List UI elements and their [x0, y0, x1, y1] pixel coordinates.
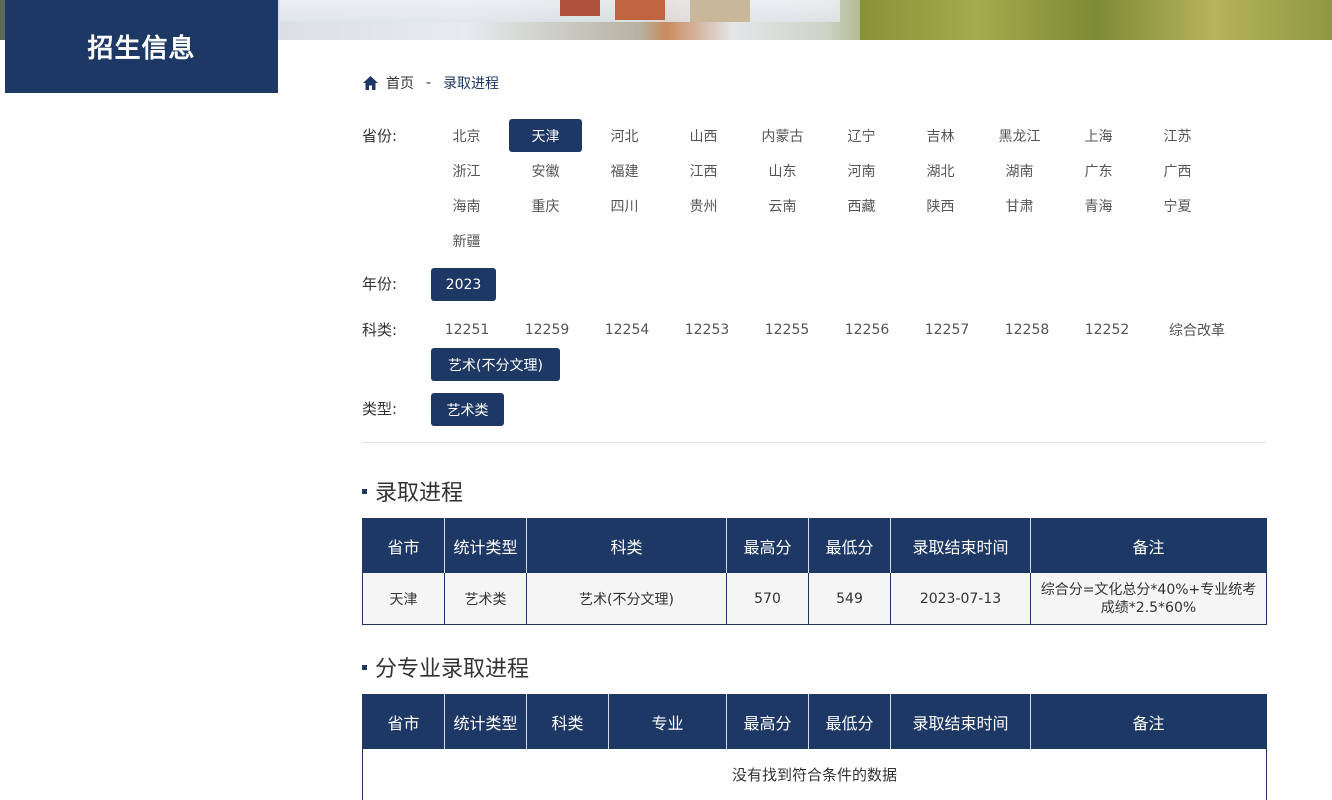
province-option[interactable]: 辽宁 — [825, 119, 898, 152]
subject-option[interactable]: 12257 — [910, 313, 984, 346]
table-header-row: 省市 统计类型 科类 最高分 最低分 录取结束时间 备注 — [362, 518, 1267, 573]
major-progress-table: 省市 统计类型 科类 专业 最高分 最低分 录取结束时间 备注 没有找到符合条件… — [362, 694, 1267, 800]
province-option[interactable]: 广西 — [1141, 154, 1214, 187]
province-option[interactable]: 云南 — [746, 189, 819, 222]
table-cell: 天津 — [362, 572, 445, 625]
province-option[interactable]: 安徽 — [509, 154, 582, 187]
col-header: 最高分 — [726, 694, 809, 749]
col-header: 备注 — [1030, 694, 1267, 749]
col-header: 统计类型 — [444, 694, 527, 749]
empty-message: 没有找到符合条件的数据 — [362, 748, 1267, 800]
province-option[interactable]: 广东 — [1062, 154, 1135, 187]
col-header: 科类 — [526, 518, 727, 573]
province-option[interactable]: 海南 — [430, 189, 503, 222]
col-header: 备注 — [1030, 518, 1267, 573]
province-label: 省份: — [362, 127, 398, 145]
section-bullet — [362, 488, 367, 494]
section-bullet — [362, 664, 367, 670]
province-option[interactable]: 山东 — [746, 154, 819, 187]
province-option[interactable]: 山西 — [667, 119, 740, 152]
table-header-row: 省市 统计类型 科类 专业 最高分 最低分 录取结束时间 备注 — [362, 694, 1267, 749]
table-cell: 艺术(不分文理) — [526, 572, 727, 625]
table-cell: 艺术类 — [444, 572, 527, 625]
home-icon[interactable] — [362, 75, 379, 91]
filter-divider — [362, 442, 1266, 443]
col-header: 最低分 — [808, 694, 891, 749]
admission-progress-table: 省市 统计类型 科类 最高分 最低分 录取结束时间 备注 天津 艺术类 艺术(不… — [362, 518, 1267, 625]
subject-label: 科类: — [362, 321, 398, 339]
subject-option[interactable]: 12256 — [830, 313, 904, 346]
subject-option[interactable]: 12252 — [1070, 313, 1144, 346]
province-option[interactable]: 内蒙古 — [746, 119, 819, 152]
side-section-title: 招生信息 — [5, 0, 278, 93]
province-option[interactable]: 宁夏 — [1141, 189, 1214, 222]
year-label: 年份: — [362, 275, 398, 293]
province-option[interactable]: 吉林 — [904, 119, 977, 152]
col-header: 最低分 — [808, 518, 891, 573]
section-admission-progress: 录取进程 — [362, 475, 463, 507]
type-option[interactable]: 艺术类 — [431, 393, 504, 426]
table-row: 天津 艺术类 艺术(不分文理) 570 549 2023-07-13 综合分=文… — [362, 572, 1267, 625]
province-option[interactable]: 青海 — [1062, 189, 1135, 222]
col-header: 专业 — [608, 694, 727, 749]
subject-option[interactable]: 12253 — [670, 313, 744, 346]
province-option[interactable]: 江西 — [667, 154, 740, 187]
section-title: 分专业录取进程 — [375, 657, 530, 682]
province-option[interactable]: 重庆 — [509, 189, 582, 222]
table-row-empty: 没有找到符合条件的数据 — [362, 748, 1267, 800]
table-cell: 2023-07-13 — [890, 572, 1031, 625]
province-option[interactable]: 贵州 — [667, 189, 740, 222]
province-option[interactable]: 浙江 — [430, 154, 503, 187]
province-option[interactable]: 湖北 — [904, 154, 977, 187]
breadcrumb-separator: - — [426, 75, 432, 91]
province-option[interactable]: 上海 — [1062, 119, 1135, 152]
province-option[interactable]: 河北 — [588, 119, 661, 152]
subject-option[interactable]: 12251 — [430, 313, 504, 346]
breadcrumb-home-link[interactable]: 首页 — [386, 73, 414, 93]
subject-option[interactable]: 综合改革 — [1150, 313, 1244, 346]
breadcrumb-current[interactable]: 录取进程 — [443, 73, 499, 93]
col-header: 录取结束时间 — [890, 518, 1031, 573]
table-cell-note: 综合分=文化总分*40%+专业统考成绩*2.5*60% — [1030, 572, 1267, 625]
breadcrumb: 首页 - 录取进程 — [362, 72, 499, 94]
province-option[interactable]: 甘肃 — [983, 189, 1056, 222]
subject-option[interactable]: 12259 — [510, 313, 584, 346]
table-cell: 570 — [726, 572, 809, 625]
section-major-progress: 分专业录取进程 — [362, 651, 529, 683]
province-option[interactable]: 西藏 — [825, 189, 898, 222]
col-header: 省市 — [362, 518, 445, 573]
province-option[interactable]: 北京 — [430, 119, 503, 152]
province-option[interactable]: 湖南 — [983, 154, 1056, 187]
subject-option[interactable]: 艺术(不分文理) — [431, 348, 560, 381]
province-option[interactable]: 河南 — [825, 154, 898, 187]
province-option[interactable]: 新疆 — [430, 224, 503, 257]
col-header: 统计类型 — [444, 518, 527, 573]
col-header: 科类 — [526, 694, 609, 749]
province-option[interactable]: 陕西 — [904, 189, 977, 222]
province-option[interactable]: 天津 — [509, 119, 582, 152]
province-option[interactable]: 四川 — [588, 189, 661, 222]
province-option[interactable]: 福建 — [588, 154, 661, 187]
subject-option[interactable]: 12254 — [590, 313, 664, 346]
type-label: 类型: — [362, 400, 398, 418]
subject-option[interactable]: 12255 — [750, 313, 824, 346]
col-header: 录取结束时间 — [890, 694, 1031, 749]
year-option[interactable]: 2023 — [431, 268, 496, 301]
province-option[interactable]: 江苏 — [1141, 119, 1214, 152]
subject-option[interactable]: 12258 — [990, 313, 1064, 346]
table-cell: 549 — [808, 572, 891, 625]
col-header: 最高分 — [726, 518, 809, 573]
province-option[interactable]: 黑龙江 — [983, 119, 1056, 152]
section-title: 录取进程 — [375, 481, 464, 506]
col-header: 省市 — [362, 694, 445, 749]
